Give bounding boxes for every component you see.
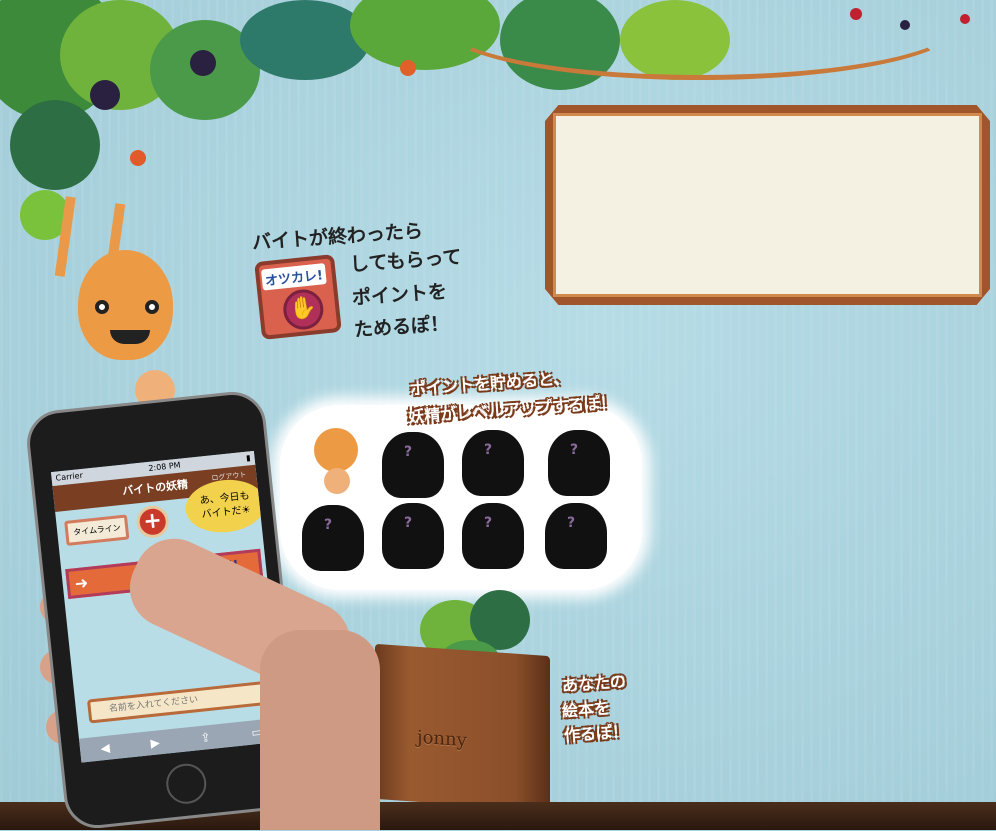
- timeline-button[interactable]: タイムライン: [64, 514, 130, 546]
- picture-book: jonny: [375, 643, 550, 812]
- browser-toolbar: ◀ ▶ ⇪ ▭: [78, 717, 285, 763]
- hand-palm: [260, 630, 380, 830]
- locked-fairy-2: ?: [382, 432, 444, 498]
- back-icon[interactable]: ◀: [99, 736, 111, 761]
- home-button[interactable]: [164, 761, 209, 806]
- locked-fairy-7: ?: [462, 503, 524, 569]
- otsukare-badge: オツカレ! ✋: [254, 254, 342, 340]
- add-button[interactable]: +: [135, 504, 171, 540]
- locked-fairy-6: ?: [382, 503, 444, 569]
- otsukare-label: オツカレ!: [260, 263, 327, 291]
- share-icon[interactable]: ⇪: [199, 725, 212, 750]
- hand-icon: ✋: [281, 287, 326, 332]
- locked-fairy-3: ?: [462, 430, 524, 496]
- locked-fairy-8: ?: [545, 503, 607, 569]
- book-line-2: 絵本を: [561, 698, 611, 721]
- name-input[interactable]: 名前を入れてください: [86, 680, 269, 724]
- arrow-icon: ➜: [73, 572, 90, 594]
- fairy-level-1: [308, 428, 364, 494]
- picture-frame: [545, 105, 990, 305]
- book-line-1: あなたの: [561, 671, 627, 696]
- book-title: jonny: [417, 726, 467, 752]
- locked-fairy-4: ?: [548, 430, 610, 496]
- book-line-3: 作るぽ！: [563, 721, 629, 746]
- locked-fairy-5: ?: [302, 505, 364, 571]
- forward-icon[interactable]: ▶: [149, 730, 161, 755]
